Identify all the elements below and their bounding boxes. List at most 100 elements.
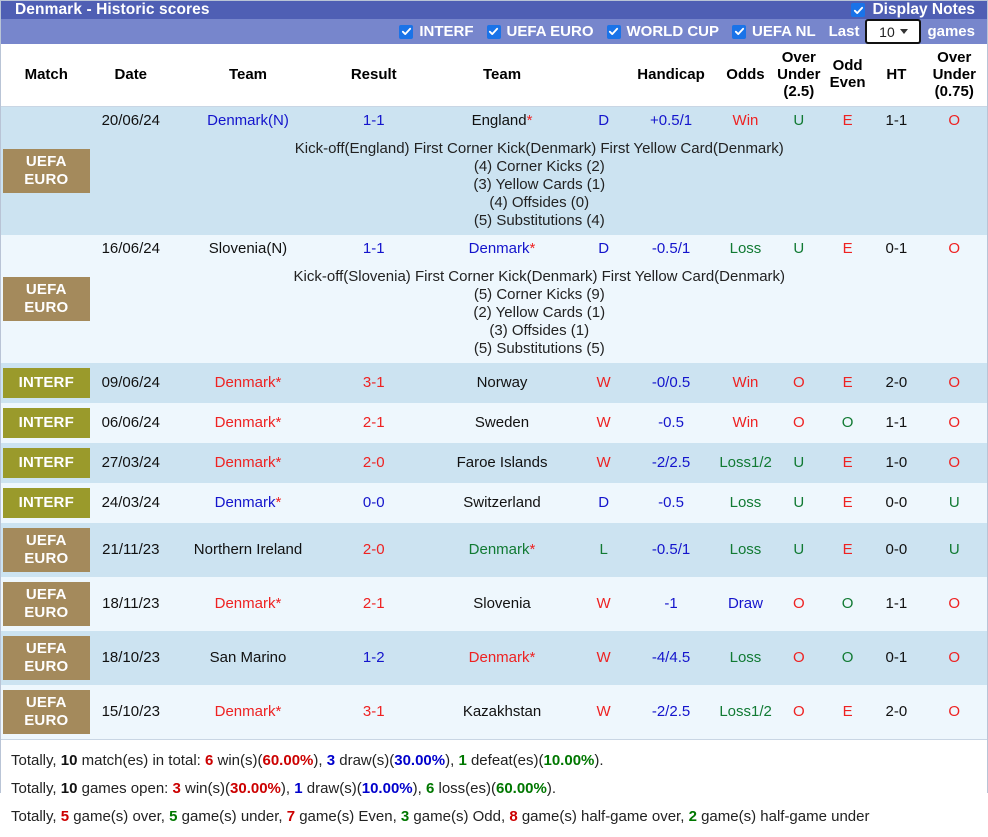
handicap-value: -4/4.5 — [624, 631, 718, 686]
home-team[interactable]: Denmark(N) — [170, 106, 326, 136]
over-under-25-text: U — [793, 541, 805, 559]
competition-badge[interactable]: UEFA EURO — [1, 631, 92, 686]
filter-interf[interactable]: INTERF — [399, 23, 474, 40]
home-team[interactable]: Denmark* — [170, 483, 326, 524]
home-team[interactable]: Slovenia(N) — [170, 235, 326, 264]
home-team-text: Denmark — [214, 414, 276, 432]
handicap-value-text: -0.5/1 — [651, 240, 691, 258]
over-under-075: O — [921, 577, 987, 632]
checkbox-icon[interactable] — [486, 24, 501, 39]
competition-badge[interactable]: UEFA EURO — [1, 235, 92, 364]
odd-even-text: E — [842, 240, 853, 258]
home-team-text: Denmark — [214, 703, 276, 721]
filter-world-cup[interactable]: WORLD CUP — [606, 23, 719, 40]
col-odds[interactable]: Odds — [717, 44, 774, 108]
table-row[interactable]: UEFA EURO 15/10/23 Denmark* 3-1 Kazakhstan W -2… — [1, 685, 987, 740]
home-advantage-marker: * — [275, 595, 282, 613]
table-row[interactable]: UEFA EURO 20/06/24 Denmark(N) 1-1 England* D +0… — [1, 106, 987, 236]
competition-badge[interactable]: INTERF — [1, 363, 92, 404]
table-row[interactable]: INTERF 06/06/24 Denmark* 2-1 Sweden W -0.5 Win O… — [1, 403, 987, 444]
home-team[interactable]: San Marino — [170, 631, 326, 686]
checkbox-icon[interactable] — [606, 24, 621, 39]
sum2-losses-pct: 60.00% — [495, 780, 547, 798]
away-team[interactable]: Slovenia — [421, 577, 583, 632]
home-team[interactable]: Denmark* — [170, 443, 326, 484]
away-team[interactable]: Denmark* — [421, 235, 583, 264]
table-row[interactable]: INTERF 27/03/24 Denmark* 2-0 Faroe Islands W -… — [1, 443, 987, 484]
checkbox-icon[interactable] — [851, 3, 866, 17]
halftime-score: 0-1 — [871, 631, 922, 686]
odds-result-text: Loss — [729, 541, 762, 559]
handicap-value-text: -0.5 — [658, 494, 684, 512]
over-under-25-text: O — [792, 649, 805, 667]
col-over-under-25[interactable]: Over Under (2.5) — [773, 44, 824, 108]
table-row[interactable]: UEFA EURO 18/11/23 Denmark* 2-1 Slovenia W -1 Dr… — [1, 577, 987, 632]
match-date: 09/06/24 — [91, 363, 171, 404]
table-row[interactable]: UEFA EURO 18/10/23 San Marino 1-2 Denmark* W -4… — [1, 631, 987, 686]
col-over-under-075[interactable]: Over Under (0.75) — [921, 44, 987, 108]
away-team[interactable]: Denmark* — [421, 631, 583, 686]
home-team[interactable]: Denmark* — [170, 685, 326, 740]
odds-result-text: Loss — [729, 649, 762, 667]
filter-uefa-euro[interactable]: UEFA EURO — [486, 23, 594, 40]
away-team[interactable]: Sweden — [421, 403, 583, 444]
table-row[interactable]: INTERF 24/03/24 Denmark* 0-0 Switzerland D -0.… — [1, 483, 987, 524]
match-date: 21/11/23 — [91, 523, 171, 578]
checkbox-icon[interactable] — [399, 24, 414, 39]
col-handicap[interactable]: Handicap — [624, 44, 718, 108]
col-result[interactable]: Result — [325, 44, 422, 108]
col-match[interactable]: Match — [1, 44, 92, 108]
match-date-text: 09/06/24 — [101, 374, 160, 392]
over-under-25: O — [773, 403, 824, 444]
odd-even-text: E — [842, 703, 853, 721]
col-halftime[interactable]: HT — [871, 44, 922, 108]
away-team[interactable]: Faroe Islands — [421, 443, 583, 484]
away-team[interactable]: England* — [421, 106, 583, 136]
home-team-text: Slovenia(N) — [208, 240, 288, 258]
away-team[interactable]: Kazakhstan — [421, 685, 583, 740]
table-row[interactable]: INTERF 09/06/24 Denmark* 3-1 Norway W -0/0.5 Wi… — [1, 363, 987, 404]
last-games-control: Last 10 games — [829, 19, 975, 44]
away-team[interactable]: Switzerland — [421, 483, 583, 524]
table-row[interactable]: UEFA EURO 21/11/23 Northern Ireland 2-0 Denma… — [1, 523, 987, 578]
home-team[interactable]: Denmark* — [170, 577, 326, 632]
display-notes-toggle[interactable]: Display Notes — [851, 1, 975, 19]
match-result: 1-1 — [325, 235, 422, 264]
handicap-value: +0.5/1 — [624, 106, 718, 136]
over-under-075-text: O — [948, 414, 961, 432]
match-outcome-text: L — [599, 541, 608, 559]
sum1-prefix: Totally, — [11, 752, 61, 770]
competition-badge-line: UEFA — [25, 694, 67, 712]
competition-badge[interactable]: UEFA EURO — [1, 577, 92, 632]
home-team[interactable]: Northern Ireland — [170, 523, 326, 578]
competition-badge[interactable]: INTERF — [1, 443, 92, 484]
halftime-score-text: 1-1 — [885, 414, 908, 432]
competition-badge[interactable]: UEFA EURO — [1, 523, 92, 578]
match-date: 24/03/24 — [91, 483, 171, 524]
competition-badge[interactable]: UEFA EURO — [1, 685, 92, 740]
sum2-mid2: ), — [280, 780, 295, 798]
over-under-25-text: U — [793, 494, 805, 512]
away-team[interactable]: Norway — [421, 363, 583, 404]
match-outcome: D — [582, 106, 625, 136]
match-date: 18/10/23 — [91, 631, 171, 686]
checkbox-icon[interactable] — [732, 24, 746, 39]
col-date[interactable]: Date — [91, 44, 171, 108]
col-home-team[interactable]: Team — [170, 44, 326, 108]
home-team[interactable]: Denmark* — [170, 363, 326, 404]
match-notes-stat: (4) Corner Kicks (2) — [473, 158, 605, 176]
odd-even: E — [823, 106, 872, 136]
odds-result: Loss — [717, 483, 774, 524]
home-team[interactable]: Denmark* — [170, 403, 326, 444]
match-notes: Kick-off(Slovenia) First Corner Kick(Den… — [91, 263, 987, 364]
competition-badge[interactable]: INTERF — [1, 483, 92, 524]
games-count-select[interactable]: 10 — [865, 19, 922, 44]
competition-badge[interactable]: UEFA EURO — [1, 106, 92, 236]
competition-badge[interactable]: INTERF — [1, 403, 92, 444]
col-odd-even[interactable]: Odd Even — [823, 44, 872, 108]
match-result-text: 2-1 — [362, 595, 385, 613]
filter-uefa-nl[interactable]: UEFA NL — [732, 23, 816, 40]
table-row[interactable]: UEFA EURO 16/06/24 Slovenia(N) 1-1 Denmark* D -… — [1, 235, 987, 364]
col-away-team[interactable]: Team — [421, 44, 583, 108]
away-team[interactable]: Denmark* — [421, 523, 583, 578]
